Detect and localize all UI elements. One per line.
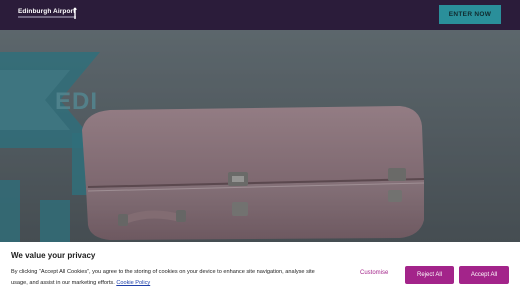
- cookie-text-line-1: By clicking “Accept All Cookies”, you ag…: [11, 269, 315, 275]
- control-tower-icon: [73, 7, 77, 19]
- site-header: Edinburgh Airport ENTER NOW: [0, 0, 520, 30]
- logo[interactable]: Edinburgh Airport: [18, 8, 76, 18]
- cookie-consent-banner: We value your privacy By clicking “Accep…: [0, 242, 520, 293]
- logo-text: Edinburgh Airport: [18, 8, 76, 15]
- hero-banner: EDI: [0, 30, 520, 242]
- cookie-banner-title: We value your privacy: [11, 251, 96, 260]
- cookie-policy-link[interactable]: Cookie Policy: [116, 280, 150, 286]
- enter-now-button[interactable]: ENTER NOW: [439, 5, 501, 24]
- logo-tagline-decoration: [18, 16, 76, 18]
- accept-all-button[interactable]: Accept All: [459, 266, 509, 284]
- cookie-banner-text: By clicking “Accept All Cookies”, you ag…: [11, 267, 341, 289]
- cookie-text-line-2: usage, and assist in our marketing effor…: [11, 280, 115, 286]
- customise-button[interactable]: Customise: [360, 270, 388, 276]
- modal-dim-overlay: [0, 30, 520, 242]
- reject-all-button[interactable]: Reject All: [405, 266, 454, 284]
